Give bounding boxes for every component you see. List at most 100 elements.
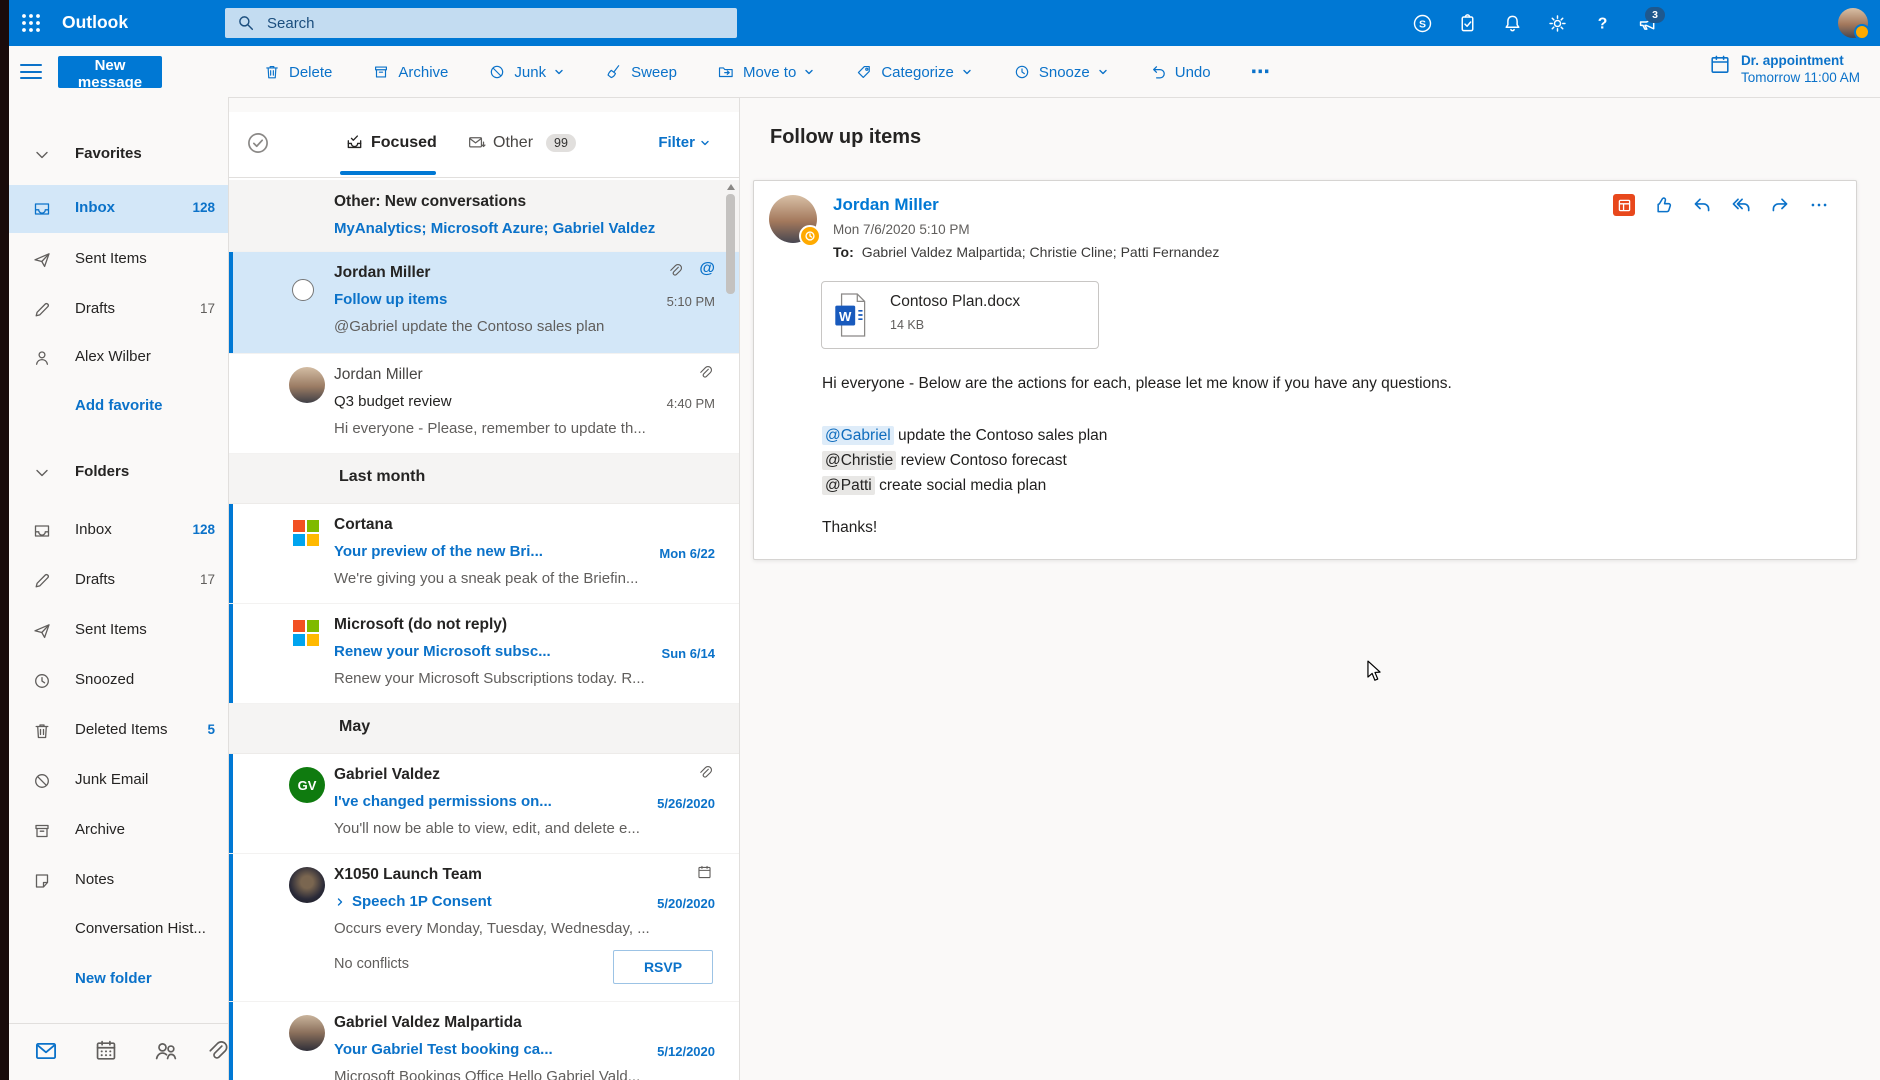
- todo-icon[interactable]: [1457, 13, 1478, 34]
- sidebar-item-sent-favorite[interactable]: Sent Items: [9, 236, 228, 284]
- active-tab-underline: [340, 171, 436, 175]
- tag-icon: [858, 66, 871, 78]
- reading-pane: Follow up items Jordan Miller Mon 7/6/20…: [740, 98, 1880, 1080]
- app-launcher-icon[interactable]: [20, 12, 42, 34]
- tab-other[interactable]: Other: [467, 133, 533, 152]
- more-icon[interactable]: [1808, 194, 1830, 216]
- list-item-permissions[interactable]: GV Gabriel Valdez I've changed permissio…: [229, 754, 739, 854]
- list-scrollbar[interactable]: [726, 186, 736, 1076]
- mention-chip[interactable]: @Christie: [822, 451, 897, 470]
- search-input[interactable]: [265, 13, 689, 33]
- list-item-follow-up-items[interactable]: Jordan Miller @ Follow up items 5:10 PM …: [229, 252, 739, 354]
- sidebar-item-drafts-favorite[interactable]: Drafts 17: [9, 286, 228, 334]
- snooze-button[interactable]: Snooze: [1013, 63, 1109, 81]
- header-icon-group: S ? 3: [1412, 0, 1665, 46]
- help-icon[interactable]: ?: [1592, 13, 1613, 34]
- sidebar-item-archive[interactable]: Archive: [9, 807, 228, 855]
- sidebar-item-alex-wilber[interactable]: Alex Wilber: [9, 334, 228, 382]
- sidebar-item-notes[interactable]: Notes: [9, 857, 228, 905]
- junk-button[interactable]: Junk: [488, 63, 565, 81]
- list-item-booking[interactable]: Gabriel Valdez Malpartida Your Gabriel T…: [229, 1002, 739, 1080]
- conflict-status: No conflicts: [334, 956, 409, 972]
- recipients-line: To: Gabriel Valdez Malpartida; Christie …: [833, 244, 1219, 260]
- mention-chip[interactable]: @Patti: [822, 476, 875, 495]
- word-icon: W: [835, 293, 866, 337]
- folders-section-header[interactable]: Folders: [9, 449, 228, 497]
- bell-icon[interactable]: [1502, 13, 1523, 34]
- attachment-card[interactable]: W Contoso Plan.docx 14 KB: [821, 281, 1099, 349]
- body-closing: Thanks!: [822, 519, 878, 536]
- sweep-button[interactable]: Sweep: [605, 63, 677, 81]
- skype-icon[interactable]: S: [1412, 13, 1433, 34]
- categorize-button[interactable]: Categorize: [855, 63, 973, 81]
- sidebar-divider: [9, 1023, 228, 1024]
- other-teaser-row[interactable]: Other: New conversations MyAnalytics; Mi…: [229, 180, 739, 252]
- more-commands-button[interactable]: ⋯: [1251, 61, 1270, 84]
- agenda-peek[interactable]: Dr. appointment Tomorrow 11:00 AM: [1708, 53, 1860, 86]
- paperclip-icon[interactable]: [203, 1038, 229, 1064]
- people-icon[interactable]: [153, 1038, 179, 1064]
- add-favorite-link[interactable]: Add favorite: [9, 383, 228, 431]
- list-item-q3-budget-review[interactable]: Jordan Miller Q3 budget review 4:40 PM H…: [229, 354, 739, 454]
- mention-chip[interactable]: @Gabriel: [822, 426, 894, 445]
- forward-icon[interactable]: [1769, 194, 1791, 216]
- expand-chevron-icon[interactable]: [334, 896, 346, 908]
- chevron-down-icon: [805, 69, 814, 75]
- conversation-title: Follow up items: [770, 126, 922, 148]
- calendar-icon[interactable]: [93, 1038, 119, 1064]
- reply-icon[interactable]: [1691, 194, 1713, 216]
- mail-icon[interactable]: [33, 1038, 59, 1064]
- sidebar-item-inbox[interactable]: Inbox 128: [9, 507, 228, 555]
- sidebar-item-sent-items[interactable]: Sent Items: [9, 607, 228, 655]
- attachment-name: Contoso Plan.docx: [890, 293, 1021, 310]
- select-all-icon[interactable]: [245, 130, 271, 156]
- insights-icon[interactable]: [1613, 194, 1635, 216]
- whats-new-button[interactable]: 3: [1637, 6, 1665, 34]
- section-header-may: May: [229, 704, 739, 754]
- move-to-button[interactable]: Move to: [717, 63, 815, 81]
- clock-icon: [805, 231, 815, 241]
- mention-line: @Patti create social media plan: [822, 473, 1107, 498]
- account-avatar[interactable]: [1838, 8, 1870, 40]
- favorites-section-header[interactable]: Favorites: [9, 131, 228, 179]
- section-header-last-month: Last month: [229, 454, 739, 504]
- rsvp-button[interactable]: RSVP: [613, 950, 713, 984]
- gear-icon[interactable]: [1547, 13, 1568, 34]
- clock-icon: [35, 674, 49, 688]
- filter-button[interactable]: Filter: [658, 134, 711, 151]
- new-message-button[interactable]: New message: [58, 56, 162, 91]
- list-item-microsoft-renew[interactable]: Microsoft (do not reply) Renew your Micr…: [229, 604, 739, 704]
- like-icon[interactable]: [1652, 194, 1674, 216]
- select-message-radio[interactable]: [292, 279, 314, 301]
- sidebar-item-deleted-items[interactable]: Deleted Items 5: [9, 707, 228, 755]
- archive-button[interactable]: Archive: [372, 63, 448, 81]
- chevron-down-icon: [701, 140, 709, 145]
- scrollbar-thumb[interactable]: [726, 194, 735, 294]
- sidebar-item-snoozed[interactable]: Snoozed: [9, 657, 228, 705]
- mention-line: @Christie review Contoso forecast: [822, 448, 1107, 473]
- unread-count: 128: [192, 200, 215, 215]
- mention-line: @Gabriel update the Contoso sales plan: [822, 423, 1107, 448]
- sidebar-item-conversation-history[interactable]: Conversation Hist...: [9, 906, 228, 954]
- list-item-speech-consent[interactable]: X1050 Launch Team Speech 1P Consent 5/20…: [229, 854, 739, 1002]
- sidebar-item-drafts[interactable]: Drafts 17: [9, 557, 228, 605]
- sender-name[interactable]: Jordan Miller: [833, 195, 939, 215]
- avatar: [289, 1015, 325, 1051]
- note-icon: [35, 874, 49, 888]
- undo-button[interactable]: Undo: [1149, 63, 1211, 81]
- tab-focused[interactable]: Focused: [345, 133, 437, 152]
- paperclip-icon: [670, 263, 683, 276]
- calendar-icon: [698, 865, 711, 879]
- chevron-down-icon: [963, 69, 971, 75]
- hamburger-menu-icon[interactable]: [20, 64, 42, 79]
- whats-new-badge: 3: [1645, 6, 1665, 23]
- search-bar[interactable]: [225, 8, 737, 38]
- reply-all-icon[interactable]: [1730, 194, 1752, 216]
- draft-count: 17: [199, 301, 215, 316]
- sidebar-item-inbox-favorite[interactable]: Inbox 128: [9, 185, 228, 233]
- new-folder-link[interactable]: New folder: [9, 956, 228, 1004]
- sidebar-item-junk-email[interactable]: Junk Email: [9, 757, 228, 805]
- list-item-cortana[interactable]: Cortana Your preview of the new Bri... M…: [229, 504, 739, 604]
- chevron-down-icon: [555, 69, 563, 75]
- delete-button[interactable]: Delete: [263, 63, 332, 81]
